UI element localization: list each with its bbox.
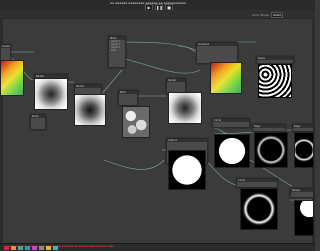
node-partial[interactable]: Shape bbox=[290, 188, 314, 198]
node-title: Blob bbox=[119, 91, 137, 94]
node-noise[interactable]: Noise bbox=[256, 56, 294, 64]
node-ring-1[interactable]: Edge bbox=[252, 124, 286, 132]
taskbar-app-icon[interactable] bbox=[11, 246, 16, 250]
node-title: Shape bbox=[291, 189, 313, 192]
node-circle-2[interactable]: Circle bbox=[236, 178, 278, 188]
wire bbox=[119, 57, 201, 74]
node-title: Circle bbox=[213, 119, 249, 122]
node-mixer[interactable]: Mixer Input 1 Input 2 Input 3 Out bbox=[108, 36, 126, 68]
taskbar bbox=[0, 246, 319, 250]
wire bbox=[119, 41, 201, 53]
ring-preview-2 bbox=[294, 132, 314, 168]
node-ring-2[interactable]: Edge bbox=[292, 124, 314, 132]
gradient-preview bbox=[0, 60, 24, 96]
taskbar-app-icon[interactable] bbox=[39, 246, 44, 250]
taskbar-app-icon[interactable] bbox=[4, 246, 9, 250]
radial-preview-1 bbox=[34, 78, 68, 110]
node-title: Noise bbox=[257, 57, 293, 60]
node-title: Node bbox=[31, 115, 45, 118]
taskbar-app-icon[interactable] bbox=[53, 246, 58, 250]
node-editor-window: ▪▪ ▪▪▪▪▪▪ ▪▪▪▪▪▪▪▪ ▪▪▪▪▪▪ ▪▪ ▪▪▪▪▪▪▪▪▪▪▪… bbox=[0, 0, 315, 251]
node-blobs[interactable]: Blob bbox=[118, 90, 138, 106]
node-title: Radial bbox=[75, 85, 101, 88]
node-title: Gradient bbox=[1, 45, 10, 48]
radial-preview-3 bbox=[168, 92, 202, 124]
ring-preview-1 bbox=[254, 132, 288, 168]
radial-preview-2 bbox=[74, 94, 106, 126]
circle-preview-1 bbox=[168, 150, 206, 190]
node-title: Gradient bbox=[197, 43, 237, 46]
mixer-output[interactable]: Out bbox=[109, 49, 125, 52]
noise-preview bbox=[258, 64, 292, 98]
node-circle-1[interactable]: Circle bbox=[212, 118, 250, 128]
node-title: Radial bbox=[167, 79, 185, 82]
node-gradient-2[interactable]: Gradient bbox=[196, 42, 238, 64]
taskbar-app-icon[interactable] bbox=[46, 246, 51, 250]
taskbar-app-icon[interactable] bbox=[18, 246, 23, 250]
gradient-preview-2 bbox=[210, 62, 242, 94]
taskbar-app-icon[interactable] bbox=[32, 246, 37, 250]
node-title: Edge bbox=[293, 125, 313, 128]
ring-preview-3 bbox=[240, 188, 278, 230]
shape-preview bbox=[294, 200, 314, 236]
node-title: Output bbox=[167, 139, 207, 142]
wire bbox=[103, 159, 165, 170]
node-title: Circle bbox=[237, 179, 277, 182]
blobs-preview bbox=[122, 106, 150, 138]
circle-preview-2 bbox=[214, 134, 250, 168]
taskbar-app-icon[interactable] bbox=[25, 246, 30, 250]
node-small-1[interactable]: Node bbox=[30, 114, 46, 130]
node-title: Edge bbox=[253, 125, 285, 128]
